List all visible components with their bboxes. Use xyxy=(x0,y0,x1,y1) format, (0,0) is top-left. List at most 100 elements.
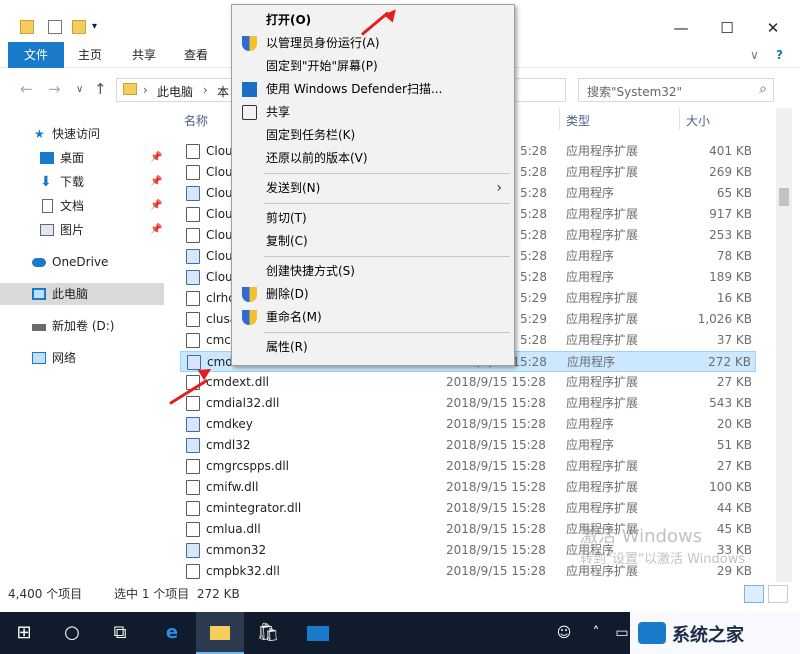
sidebar-item-pictures[interactable]: 图片 📌 xyxy=(0,219,164,241)
file-row[interactable]: cmintegrator.dll 2018/9/15 15:28 应用程序扩展 44 … xyxy=(180,498,756,519)
tab-view[interactable]: 查看 xyxy=(174,42,218,68)
sidebar-item-network[interactable]: 网络 xyxy=(0,347,164,369)
new-folder-icon[interactable] xyxy=(72,20,86,34)
large-icons-view-button[interactable] xyxy=(768,585,788,603)
file-type: 应用程序扩展 xyxy=(566,333,639,347)
menu-item[interactable]: 固定到任务栏(K) xyxy=(234,124,512,146)
menu-item[interactable]: 复制(C) xyxy=(234,230,512,252)
sidebar-item-label: 下载 xyxy=(60,175,85,189)
help-button[interactable]: ? xyxy=(766,42,793,68)
file-date: 5:28 xyxy=(520,165,547,179)
file-row[interactable]: cmdkey 2018/9/15 15:28 应用程序 20 KB xyxy=(180,414,756,435)
file-size: 51 KB xyxy=(716,438,752,452)
file-row[interactable]: cmgrcspps.dll 2018/9/15 15:28 应用程序扩展 27 KB xyxy=(180,456,756,477)
properties-icon[interactable] xyxy=(48,20,62,34)
cortana-search-icon[interactable]: ○ xyxy=(48,612,96,654)
sidebar-item-drive-d[interactable]: 新加卷 (D:) xyxy=(0,315,164,337)
maximize-button[interactable]: ☐ xyxy=(704,14,750,42)
file-date: 2018/9/15 15:28 xyxy=(446,480,546,494)
menu-item[interactable]: 重命名(M) xyxy=(234,306,512,328)
column-header-type[interactable]: 类型 xyxy=(566,112,590,129)
file-type: 应用程序 xyxy=(566,249,615,263)
sidebar-item-downloads[interactable]: ⬇ 下载 📌 xyxy=(0,171,164,193)
file-explorer-icon[interactable] xyxy=(196,612,244,654)
search-icon[interactable]: ⌕ xyxy=(759,81,767,97)
menu-item[interactable]: 共享 xyxy=(234,101,512,123)
file-size: 65 KB xyxy=(716,186,752,200)
menu-item[interactable]: 创建快捷方式(S) xyxy=(234,260,512,282)
application-icon xyxy=(186,186,200,201)
file-date: 2018/9/15 15:28 xyxy=(446,522,546,536)
application-icon xyxy=(186,417,200,432)
sidebar-item-desktop[interactable]: 桌面 📌 xyxy=(0,147,164,169)
edge-browser-icon[interactable]: e xyxy=(148,612,196,654)
menu-item-label: 发送到(N) xyxy=(266,181,321,195)
breadcrumb-this-pc[interactable]: 此电脑 xyxy=(157,83,193,100)
tab-file[interactable]: 文件 xyxy=(8,42,64,68)
mail-icon[interactable] xyxy=(294,612,342,654)
file-name: cmdl32 xyxy=(206,438,251,452)
tab-share[interactable]: 共享 xyxy=(122,42,166,68)
sidebar-item-this-pc[interactable]: 此电脑 xyxy=(0,283,164,305)
menu-item[interactable]: 固定到"开始"屏幕(P) xyxy=(234,55,512,77)
file-type: 应用程序 xyxy=(566,270,615,284)
file-row[interactable]: cmdl32 2018/9/15 15:28 应用程序 51 KB xyxy=(180,435,756,456)
uac-shield-icon xyxy=(242,310,257,325)
recent-locations-button[interactable]: ∨ xyxy=(76,84,83,95)
menu-item-label: 固定到"开始"屏幕(P) xyxy=(266,59,378,73)
sidebar-item-onedrive[interactable]: OneDrive xyxy=(0,251,164,273)
forward-button[interactable]: → xyxy=(48,80,61,98)
menu-item[interactable]: 以管理员身份运行(A) xyxy=(234,32,512,54)
dll-file-icon xyxy=(186,396,200,411)
customize-quick-access-icon[interactable]: ▾ xyxy=(92,20,106,34)
file-row[interactable]: cmdext.dll 2018/9/15 15:28 应用程序扩展 27 KB xyxy=(180,372,756,393)
details-view-button[interactable] xyxy=(744,585,764,603)
menu-item[interactable]: 删除(D) xyxy=(234,283,512,305)
dll-file-icon xyxy=(186,291,200,306)
store-icon[interactable]: 🛍 xyxy=(244,612,292,654)
menu-item[interactable]: 打开(O) xyxy=(234,9,512,31)
scrollbar-thumb[interactable] xyxy=(779,188,789,206)
dll-file-icon xyxy=(186,501,200,516)
cloud-icon xyxy=(32,258,46,267)
status-bar: 4,400 个项目 选中 1 个项目 272 KB xyxy=(0,582,800,606)
file-size: 27 KB xyxy=(716,459,752,473)
windows-start-icon[interactable]: ⊞ xyxy=(0,612,48,654)
application-icon xyxy=(186,249,200,264)
folder-icon xyxy=(20,20,34,34)
search-input[interactable]: 搜索"System32" ⌕ xyxy=(578,78,774,102)
column-divider[interactable] xyxy=(679,108,680,130)
back-button[interactable]: ← xyxy=(20,80,33,98)
sidebar-item-label: 文档 xyxy=(60,199,85,213)
minimize-button[interactable]: — xyxy=(658,14,704,42)
file-size: 16 KB xyxy=(716,291,752,305)
tab-home[interactable]: 主页 xyxy=(68,42,112,68)
menu-item[interactable]: 剪切(T) xyxy=(234,207,512,229)
file-date: 5:28 xyxy=(520,228,547,242)
file-name: cmdext.dll xyxy=(206,375,269,389)
file-row[interactable]: cmifw.dll 2018/9/15 15:28 应用程序扩展 100 KB xyxy=(180,477,756,498)
sidebar-item-documents[interactable]: 文档 📌 xyxy=(0,195,164,217)
file-date: 2018/9/15 15:28 xyxy=(446,396,546,410)
file-date: 2018/9/15 15:28 xyxy=(446,417,546,431)
sidebar-item-quick-access[interactable]: ★ 快速访问 xyxy=(0,123,164,145)
file-date: 5:28 xyxy=(520,333,547,347)
ribbon-expand-button[interactable]: ∨ xyxy=(740,42,769,68)
file-type: 应用程序扩展 xyxy=(566,501,639,515)
sidebar-item-label: 此电脑 xyxy=(52,287,89,301)
column-header-name[interactable]: 名称 xyxy=(184,112,208,129)
up-button[interactable]: ↑ xyxy=(94,80,107,98)
menu-item[interactable]: 还原以前的版本(V) xyxy=(234,147,512,169)
column-divider[interactable] xyxy=(559,108,560,130)
close-button[interactable]: ✕ xyxy=(750,14,796,42)
vertical-scrollbar[interactable] xyxy=(776,108,792,582)
menu-item-label: 以管理员身份运行(A) xyxy=(266,36,380,50)
menu-item[interactable]: 使用 Windows Defender扫描... xyxy=(234,78,512,100)
column-header-size[interactable]: 大小 xyxy=(686,112,710,129)
task-view-icon[interactable]: ⧉ xyxy=(96,612,144,654)
file-row[interactable]: cmdial32.dll 2018/9/15 15:28 应用程序扩展 543 KB xyxy=(180,393,756,414)
file-name: Clou xyxy=(206,270,233,284)
breadcrumb-drive[interactable]: 本 xyxy=(217,83,229,100)
menu-item[interactable]: 发送到(N) › xyxy=(234,177,512,199)
menu-item[interactable]: 属性(R) xyxy=(234,336,512,358)
